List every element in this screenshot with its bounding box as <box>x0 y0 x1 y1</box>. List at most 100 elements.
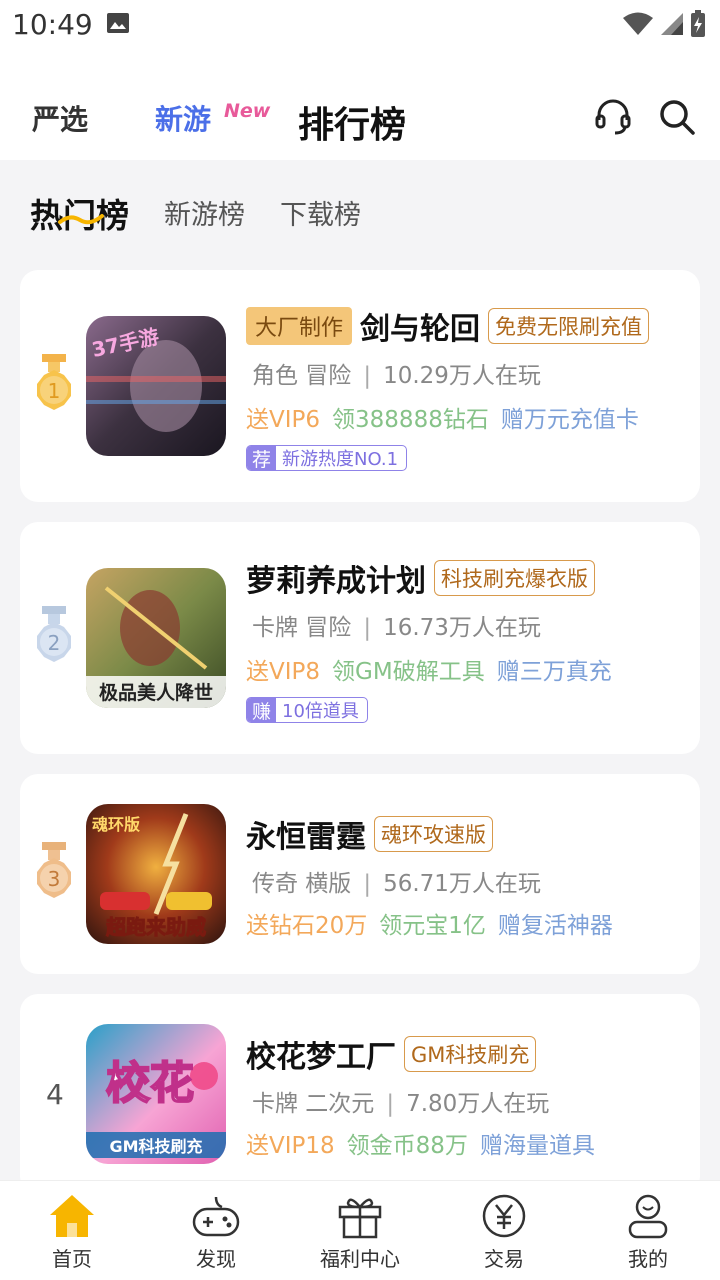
perk-reward: 领GM破解工具 <box>332 659 485 685</box>
bottom-nav-label: 福利中心 <box>320 1247 400 1271</box>
tag-text: 新游热度NO.1 <box>282 449 399 470</box>
icon-caption: 超跑来助威 <box>105 915 206 939</box>
title-row: 萝莉养成计划 科技刷充爆衣版 <box>246 556 595 600</box>
image-notification-icon <box>107 13 129 33</box>
perk-vip: 送VIP18 <box>246 1133 335 1159</box>
rank-number: 4 <box>46 1078 64 1111</box>
game-meta: 传奇 横版 | 56.71万人在玩 <box>252 871 541 897</box>
bottom-nav-trade[interactable]: 交易 <box>432 1193 576 1272</box>
title-row: 校花梦工厂 GM科技刷充 <box>246 1032 537 1076</box>
perks-row: 送VIP18 领金币88万 赠海量道具 <box>246 1126 595 1160</box>
perk-reward: 领元宝1亿 <box>379 913 486 939</box>
bottom-nav-label: 发现 <box>196 1247 236 1271</box>
player-count: 56.71万人在玩 <box>383 871 541 897</box>
wifi-icon <box>623 12 653 35</box>
edition-badge: 魂环攻速版 <box>374 816 493 852</box>
edition-badge: GM科技刷充 <box>404 1036 537 1072</box>
home-icon <box>50 1195 94 1237</box>
perks-row: 送VIP8 领GM破解工具 赠三万真充 <box>246 652 612 686</box>
game-name[interactable]: 校花梦工厂 <box>246 1032 396 1076</box>
rank-number-text: 3 <box>48 867 61 891</box>
player-count: 7.80万人在玩 <box>406 1091 550 1117</box>
game-genre: 传奇 横版 <box>252 871 352 897</box>
yuan-coin-icon <box>482 1194 526 1238</box>
icon-caption-top: 魂环版 <box>92 815 140 834</box>
edition-badge: 科技刷充爆衣版 <box>434 560 595 596</box>
title-row: 永恒雷霆 魂环攻速版 <box>246 812 493 856</box>
active-tab-indicator <box>58 214 104 225</box>
bottom-nav-label: 交易 <box>484 1247 524 1271</box>
perk-gift: 赠三万真充 <box>496 659 612 685</box>
bottom-nav-label: 我的 <box>628 1247 668 1271</box>
game-name[interactable]: 萝莉养成计划 <box>246 556 426 600</box>
status-bar: 10:49 <box>0 0 720 50</box>
bottom-nav-label: 首页 <box>52 1247 92 1271</box>
tag-chip: 荐 新游热度NO.1 <box>246 445 408 471</box>
nav-tab-yanxuan[interactable]: 严选 <box>32 98 88 138</box>
gold-medal-icon: 1 <box>37 354 71 410</box>
game-name[interactable]: 剑与轮回 <box>360 304 480 348</box>
silver-medal-icon: 2 <box>37 606 71 662</box>
nav-tab-xinyou[interactable]: 新游 <box>155 98 211 138</box>
bottom-nav: 首页 发现 福利中心 交易 我的 <box>0 1180 720 1280</box>
gamepad-icon <box>192 1196 240 1237</box>
tag-mark: 荐 <box>247 446 277 470</box>
tag-text: 10倍道具 <box>282 701 359 722</box>
game-genre: 角色 冒险 <box>252 363 352 389</box>
game-genre: 卡牌 冒险 <box>252 615 352 641</box>
game-meta: 角色 冒险 | 10.29万人在玩 <box>252 363 541 389</box>
rank-number-text: 1 <box>48 379 61 403</box>
player-count: 16.73万人在玩 <box>383 615 541 641</box>
perk-gift: 赠复活神器 <box>497 913 613 939</box>
player-count: 10.29万人在玩 <box>383 363 541 389</box>
perk-vip: 送VIP8 <box>246 659 321 685</box>
game-card[interactable]: 1 37手游 大厂制作 剑与轮回 免费无限刷充值 角色 冒险 | 10.29万人在玩… <box>20 270 700 502</box>
search-icon[interactable] <box>658 98 696 136</box>
user-icon <box>628 1194 668 1239</box>
status-icons <box>622 10 706 38</box>
top-nav: 严选 新游 New 排行榜 <box>0 50 720 160</box>
maker-badge: 大厂制作 <box>246 307 353 345</box>
subtab-download[interactable]: 下载榜 <box>280 193 361 232</box>
bronze-medal-icon: 3 <box>37 842 71 898</box>
game-meta: 卡牌 二次元 | 7.80万人在玩 <box>252 1091 550 1117</box>
headset-icon[interactable] <box>594 98 632 136</box>
perk-vip: 送VIP6 <box>246 407 321 433</box>
game-meta: 卡牌 冒险 | 16.73万人在玩 <box>252 615 541 641</box>
title-row: 大厂制作 剑与轮回 免费无限刷充值 <box>246 304 650 348</box>
game-name[interactable]: 永恒雷霆 <box>246 812 366 856</box>
perk-gift: 赠万元充值卡 <box>500 407 639 433</box>
game-icon[interactable]: 极品美人降世 <box>86 568 226 708</box>
tag-mark: 赚 <box>247 698 277 722</box>
game-icon[interactable]: 37手游 <box>86 316 226 456</box>
bottom-nav-welfare[interactable]: 福利中心 <box>288 1193 432 1272</box>
perk-reward: 领金币88万 <box>346 1133 468 1159</box>
game-card[interactable]: 4 校花 GM科技刷充 校花梦工厂 GM科技刷充 卡牌 二次元 | 7.80万人在玩… <box>20 994 700 1194</box>
new-badge: New <box>224 100 271 122</box>
game-card[interactable]: 2 极品美人降世 萝莉养成计划 科技刷充爆衣版 卡牌 冒险 | 16.73万人在玩 … <box>20 522 700 754</box>
gift-icon <box>338 1198 382 1239</box>
perks-row: 送VIP6 领388888钻石 赠万元充值卡 <box>246 400 639 434</box>
bottom-nav-discover[interactable]: 发现 <box>144 1193 288 1272</box>
battery-icon <box>691 10 705 37</box>
perk-reward: 领388888钻石 <box>332 407 489 433</box>
status-time: 10:49 <box>12 8 93 41</box>
signal-icon <box>661 13 683 35</box>
game-icon[interactable]: 校花 GM科技刷充 <box>86 1024 226 1164</box>
tag-chip: 赚 10倍道具 <box>246 697 368 723</box>
nav-tab-ranking[interactable]: 排行榜 <box>298 96 406 148</box>
game-card[interactable]: 3 魂环版 超跑来助威 永恒雷霆 魂环攻速版 传奇 横版 | 56.71万人在玩 送… <box>20 774 700 974</box>
icon-caption: 校花 <box>106 1058 194 1109</box>
ranking-subtabs: 热门榜 新游榜 下载榜 <box>0 160 720 260</box>
perk-gift: 赠海量道具 <box>479 1133 595 1159</box>
subtab-new[interactable]: 新游榜 <box>164 193 245 232</box>
rank-number-text: 2 <box>48 631 61 655</box>
icon-caption: 极品美人降世 <box>99 681 213 704</box>
icon-caption-bottom: GM科技刷充 <box>109 1137 202 1156</box>
perk-vip: 送钻石20万 <box>246 913 368 939</box>
bottom-nav-home[interactable]: 首页 <box>0 1193 144 1272</box>
edition-badge: 免费无限刷充值 <box>488 308 650 344</box>
bottom-nav-profile[interactable]: 我的 <box>576 1193 720 1272</box>
perks-row: 送钻石20万 领元宝1亿 赠复活神器 <box>246 906 613 940</box>
game-icon[interactable]: 魂环版 超跑来助威 <box>86 804 226 944</box>
